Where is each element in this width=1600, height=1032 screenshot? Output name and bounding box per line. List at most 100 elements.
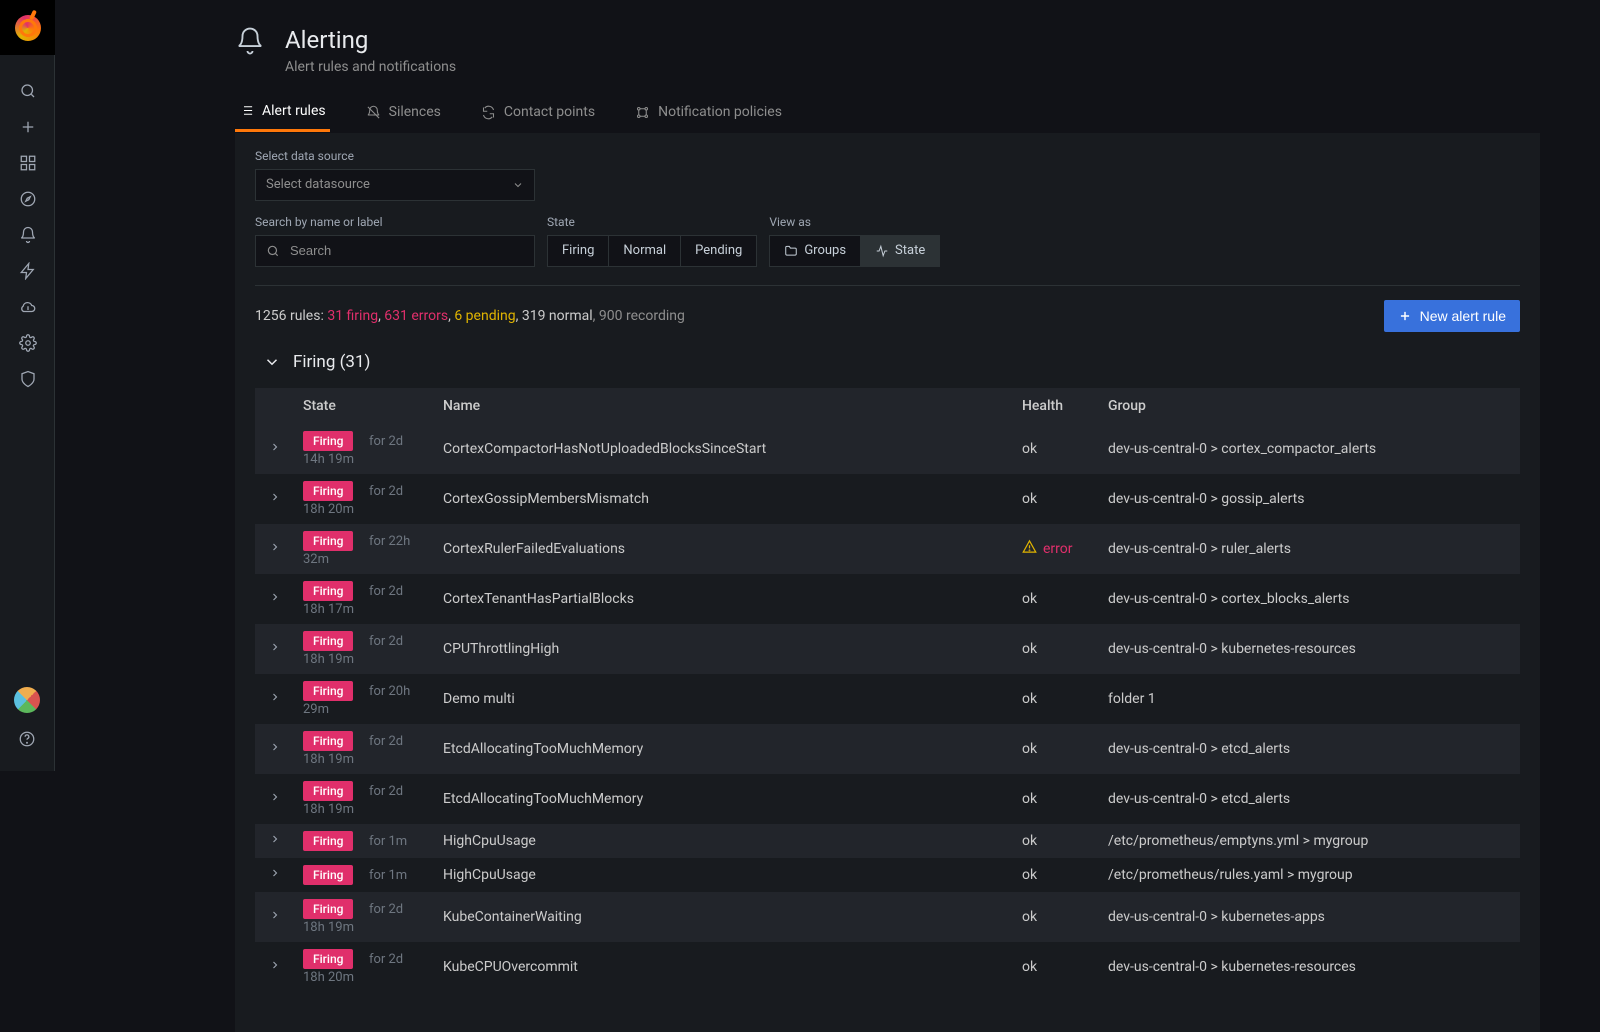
nav-shield-icon[interactable] <box>0 361 55 397</box>
folder-icon <box>784 244 798 258</box>
state-pill: Firing <box>303 781 353 801</box>
table-row: Firing for 20h 29m Demo multi ok folder … <box>255 674 1520 724</box>
chevron-right-icon <box>269 691 281 703</box>
chevron-right-icon <box>269 641 281 653</box>
nav-alerting-icon[interactable] <box>0 217 55 253</box>
table-row: Firing for 2d 18h 20m KubeCPUOvercommit … <box>255 942 1520 992</box>
nav-quick-icon[interactable] <box>0 253 55 289</box>
chevron-right-icon <box>269 441 281 453</box>
rule-group: dev-us-central-0 > gossip_alerts <box>1100 474 1520 524</box>
expand-row-button[interactable] <box>269 791 281 803</box>
new-alert-rule-button[interactable]: New alert rule <box>1384 300 1520 332</box>
col-expand <box>255 388 295 424</box>
counts-firing: 31 firing <box>327 308 378 324</box>
state-pill: Firing <box>303 865 353 885</box>
expand-row-button[interactable] <box>269 741 281 753</box>
nav-help-icon[interactable] <box>0 721 55 757</box>
tab-silences[interactable]: Silences <box>362 97 445 132</box>
grafana-logo <box>15 15 41 41</box>
rule-health: ok <box>1014 824 1100 858</box>
section-firing-header[interactable]: Firing (31) <box>263 352 1520 372</box>
viewas-label: View as <box>769 215 940 229</box>
page-title: Alerting <box>285 26 456 55</box>
col-health: Health <box>1014 388 1100 424</box>
expand-row-button[interactable] <box>269 959 281 971</box>
plus-icon <box>1398 309 1412 323</box>
state-pill: Firing <box>303 631 353 651</box>
counts-total: 1256 rules: <box>255 308 324 324</box>
chevron-right-icon <box>269 541 281 553</box>
rule-health: ok <box>1014 574 1100 624</box>
expand-row-button[interactable] <box>269 691 281 703</box>
expand-row-button[interactable] <box>269 441 281 453</box>
nav-settings-icon[interactable] <box>0 325 55 361</box>
col-group: Group <box>1100 388 1520 424</box>
rule-name: KubeCPUOvercommit <box>435 942 1014 992</box>
state-filter-normal[interactable]: Normal <box>609 235 681 267</box>
table-row: Firing for 1m HighCpuUsage ok /etc/prome… <box>255 824 1520 858</box>
rule-name: EtcdAllocatingTooMuchMemory <box>435 724 1014 774</box>
datasource-label: Select data source <box>255 149 1520 163</box>
rule-health: ok <box>1014 774 1100 824</box>
search-label: Search by name or label <box>255 215 535 229</box>
counts-pending: 6 pending <box>454 308 515 324</box>
table-row: Firing for 2d 18h 19m EtcdAllocatingTooM… <box>255 774 1520 824</box>
expand-row-button[interactable] <box>269 641 281 653</box>
expand-row-button[interactable] <box>269 541 281 553</box>
rule-health: ok <box>1014 624 1100 674</box>
rule-group: folder 1 <box>1100 674 1520 724</box>
state-filter-group: Firing Normal Pending <box>547 235 757 267</box>
section-title: Firing (31) <box>293 352 370 372</box>
nav-create-icon[interactable] <box>0 109 55 145</box>
rules-panel: Select data source Select datasource Sea… <box>235 133 1540 1032</box>
nav-dashboards-icon[interactable] <box>0 145 55 181</box>
table-row: Firing for 2d 18h 17m CortexTenantHasPar… <box>255 574 1520 624</box>
page-header: Alerting Alert rules and notifications <box>235 26 1540 75</box>
user-avatar[interactable] <box>14 687 40 713</box>
chevron-down-icon <box>263 353 281 371</box>
viewas-state[interactable]: State <box>861 235 940 267</box>
rule-group: dev-us-central-0 > cortex_compactor_aler… <box>1100 424 1520 474</box>
chevron-right-icon <box>269 491 281 503</box>
counts-normal: 319 normal <box>522 308 593 324</box>
page-subtitle: Alert rules and notifications <box>285 59 456 75</box>
tab-label: Contact points <box>504 104 595 120</box>
expand-row-button[interactable] <box>269 591 281 603</box>
chevron-down-icon <box>512 179 524 191</box>
tab-contact-points[interactable]: Contact points <box>477 97 599 132</box>
viewas-groups[interactable]: Groups <box>769 235 861 267</box>
expand-row-button[interactable] <box>269 491 281 503</box>
chevron-right-icon <box>269 741 281 753</box>
tab-alert-rules[interactable]: Alert rules <box>235 97 330 132</box>
state-pill: Firing <box>303 681 353 701</box>
col-state: State <box>295 388 435 424</box>
expand-row-button[interactable] <box>269 909 281 921</box>
expand-row-button[interactable] <box>269 833 281 845</box>
logo-button[interactable] <box>0 0 55 55</box>
datasource-select[interactable]: Select datasource <box>255 169 535 201</box>
rule-health: ok <box>1014 942 1100 992</box>
rule-health: error <box>1014 524 1100 574</box>
rule-group: dev-us-central-0 > kubernetes-resources <box>1100 942 1520 992</box>
sidebar <box>0 0 55 771</box>
viewas-group: Groups State <box>769 235 940 267</box>
state-pill: Firing <box>303 481 353 501</box>
expand-row-button[interactable] <box>269 867 281 879</box>
nav-search-icon[interactable] <box>0 73 55 109</box>
datasource-value: Select datasource <box>266 177 370 192</box>
rule-health: ok <box>1014 724 1100 774</box>
state-filter-firing[interactable]: Firing <box>547 235 609 267</box>
search-input[interactable] <box>288 242 524 259</box>
alert-rules-table: State Name Health Group Firing for 2d 14… <box>255 388 1520 992</box>
nav-cloud-icon[interactable] <box>0 289 55 325</box>
rule-name: HighCpuUsage <box>435 824 1014 858</box>
nav-explore-icon[interactable] <box>0 181 55 217</box>
state-pill: Firing <box>303 431 353 451</box>
tab-notification-policies[interactable]: Notification policies <box>631 97 786 132</box>
rule-name: KubeContainerWaiting <box>435 892 1014 942</box>
main: Alerting Alert rules and notifications A… <box>55 0 1600 1032</box>
search-input-wrap[interactable] <box>255 235 535 267</box>
col-name: Name <box>435 388 1014 424</box>
state-filter-pending[interactable]: Pending <box>681 235 757 267</box>
rule-group: dev-us-central-0 > kubernetes-apps <box>1100 892 1520 942</box>
